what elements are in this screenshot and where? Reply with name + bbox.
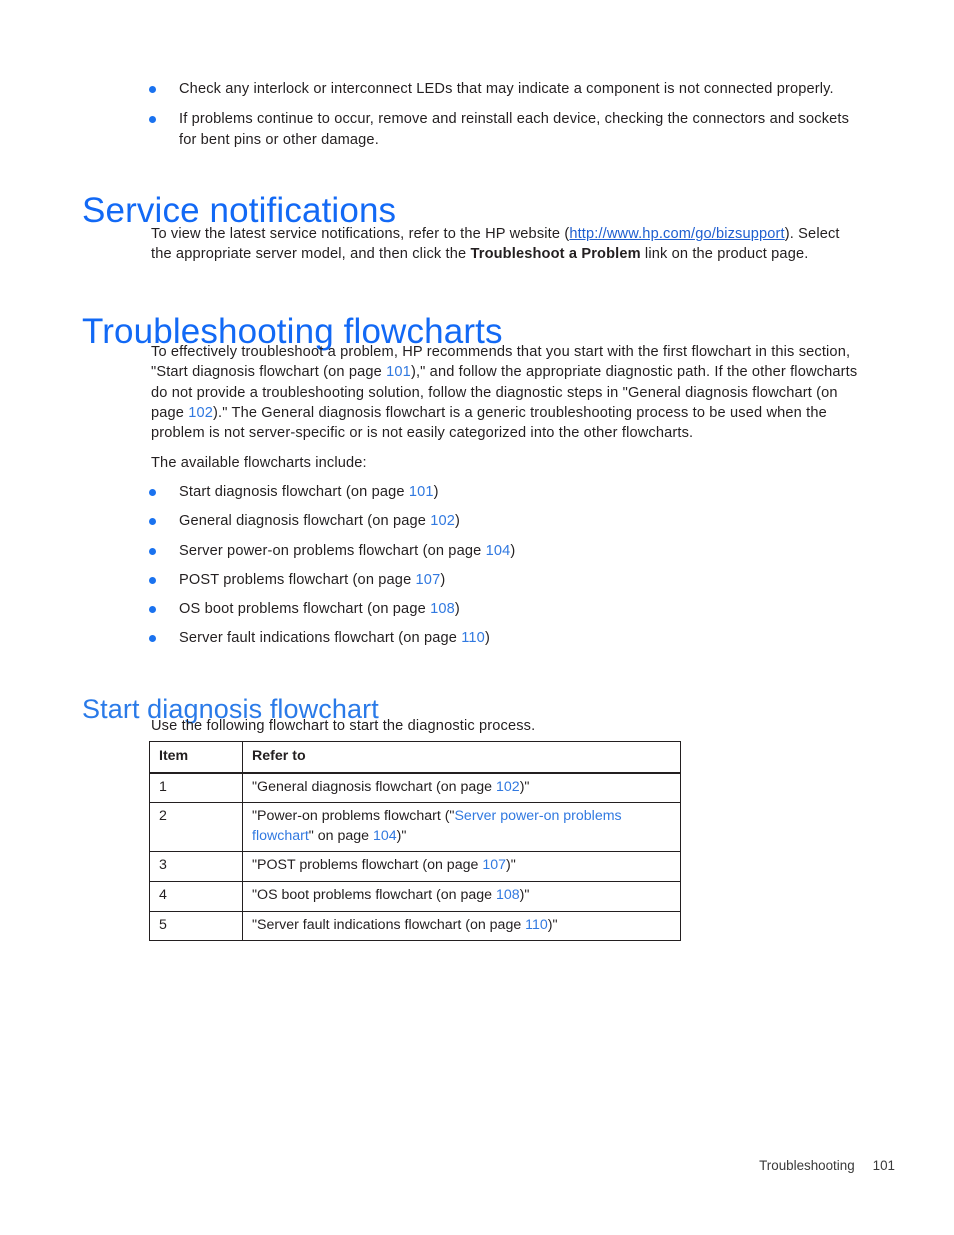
page-reference[interactable]: 107: [482, 857, 506, 873]
service-notifications-paragraph: To view the latest service notifications…: [151, 224, 857, 265]
page-reference-102[interactable]: 102: [188, 405, 213, 421]
footer-page-number: 101: [872, 1158, 895, 1173]
paragraph-text-before-link: To view the latest service notifications…: [151, 226, 570, 242]
list-item: Check any interlock or interconnect LEDs…: [142, 79, 857, 99]
page-reference[interactable]: 101: [409, 484, 434, 500]
bullet-dot-icon: [149, 518, 156, 526]
bullet-dot-icon: [149, 606, 156, 614]
bullet-dot-icon: [149, 489, 156, 496]
list-item: If problems continue to occur, remove an…: [142, 109, 857, 150]
intro-text-3: )." The General diagnosis flowchart is a…: [151, 404, 827, 442]
page-reference[interactable]: 108: [430, 601, 455, 617]
table-row: 5 "Server fault indications flowchart (o…: [149, 910, 681, 942]
flowchart-reference-table: Item Refer to 1 "General diagnosis flowc…: [149, 740, 681, 942]
cell-refer-to: "POST problems flowchart (on page 107)": [242, 851, 681, 882]
footer-section-name: Troubleshooting: [759, 1158, 855, 1173]
table-row: 2 "Power-on problems flowchart ("Server …: [149, 802, 681, 853]
table-row: 4 "OS boot problems flowchart (on page 1…: [149, 880, 681, 912]
bullet-dot-icon: [149, 635, 156, 643]
table-row: 1 "General diagnosis flowchart (on page …: [149, 772, 681, 804]
page-footer: Troubleshooting 101: [0, 1158, 895, 1173]
cell-item-number: 5: [149, 910, 243, 942]
list-item-label: OS boot problems flowchart (on page 108): [179, 601, 460, 618]
list-item-label: POST problems flowchart (on page 107): [179, 571, 446, 588]
troubleshoot-a-problem-bold: Troubleshoot a Problem: [470, 246, 641, 263]
paragraph-text-tail: link on the product page.: [640, 246, 809, 263]
troubleshooting-intro-paragraph: To effectively troubleshoot a problem, H…: [151, 342, 861, 443]
column-header-refer-to: Refer to: [242, 740, 681, 774]
available-flowcharts-lead: The available flowcharts include:: [151, 455, 367, 471]
column-header-item: Item: [149, 740, 243, 774]
list-item-label: Start diagnosis flowchart (on page 101): [179, 484, 439, 500]
page-reference[interactable]: 108: [496, 887, 520, 903]
cell-item-number: 4: [149, 880, 243, 912]
page-reference[interactable]: 104: [373, 828, 397, 844]
hp-bizsupport-link[interactable]: http://www.hp.com/go/bizsupport: [569, 226, 784, 242]
cell-item-number: 2: [149, 802, 243, 853]
bullet-dot-icon: [149, 86, 156, 93]
table-row: 3 "POST problems flowchart (on page 107)…: [149, 851, 681, 882]
start-diagnosis-intro: Use the following flowchart to start the…: [151, 718, 536, 734]
list-item: Server fault indications flowchart (on p…: [142, 628, 782, 648]
list-item: OS boot problems flowchart (on page 108): [142, 599, 782, 619]
page-reference[interactable]: 104: [486, 543, 511, 559]
page-reference[interactable]: 107: [416, 572, 441, 588]
bullet-dot-icon: [149, 576, 156, 584]
list-item-label: General diagnosis flowchart (on page 102…: [179, 513, 461, 530]
page-reference[interactable]: 110: [525, 917, 548, 933]
document-page: Check any interlock or interconnect LEDs…: [0, 0, 954, 1235]
top-bullet-list: Check any interlock or interconnect LEDs…: [142, 79, 857, 150]
available-flowcharts-list: Start diagnosis flowchart (on page 101) …: [142, 482, 782, 649]
cell-refer-to: "General diagnosis flowchart (on page 10…: [242, 772, 681, 804]
page-reference-101[interactable]: 101: [386, 364, 411, 380]
list-item: General diagnosis flowchart (on page 102…: [142, 511, 782, 531]
list-item: Start diagnosis flowchart (on page 101): [142, 482, 782, 502]
list-item-label: If problems continue to occur, remove an…: [179, 111, 850, 148]
cell-item-number: 1: [149, 772, 243, 804]
cell-refer-to: "OS boot problems flowchart (on page 108…: [242, 880, 681, 912]
page-reference[interactable]: 110: [461, 630, 485, 646]
table-header-row: Item Refer to: [149, 740, 681, 774]
list-item: Server power-on problems flowchart (on p…: [142, 541, 782, 561]
list-item-label: Server fault indications flowchart (on p…: [179, 630, 490, 647]
page-reference[interactable]: 102: [496, 779, 520, 795]
page-reference[interactable]: 102: [430, 513, 455, 529]
bullet-dot-icon: [149, 547, 156, 555]
cell-refer-to: "Power-on problems flowchart ("Server po…: [242, 802, 681, 853]
list-item: POST problems flowchart (on page 107): [142, 570, 782, 590]
cell-refer-to: "Server fault indications flowchart (on …: [242, 910, 681, 942]
list-item-label: Check any interlock or interconnect LEDs…: [179, 81, 834, 97]
list-item-label: Server power-on problems flowchart (on p…: [179, 542, 516, 559]
bullet-dot-icon: [149, 116, 156, 124]
cell-item-number: 3: [149, 851, 243, 882]
